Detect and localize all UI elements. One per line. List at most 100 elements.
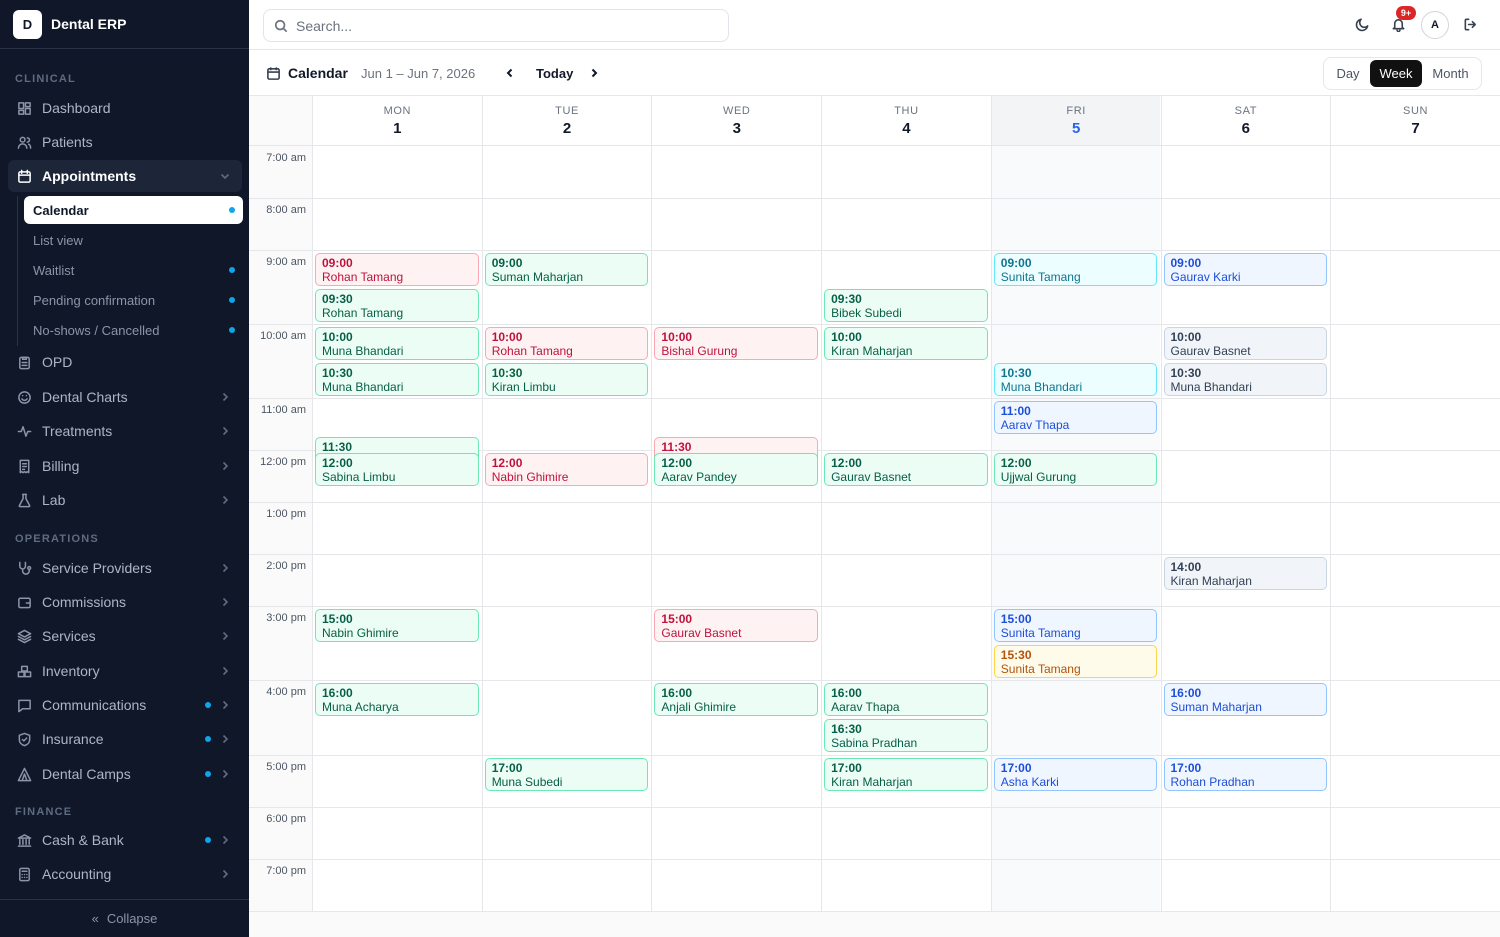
sidebar-subitem-list-view[interactable]: List view [24, 226, 243, 254]
sidebar-item-opd[interactable]: OPD [8, 346, 242, 378]
appointment-card[interactable]: 17:00 Muna Subedi [484, 758, 649, 791]
appointment-card[interactable]: 12:00 Nabin Ghimire [484, 453, 649, 486]
search-box[interactable] [263, 9, 729, 42]
day-column[interactable] [651, 146, 821, 911]
view-month-button[interactable]: Month [1422, 60, 1479, 87]
notification-badge: 9+ [1396, 6, 1416, 20]
sidebar-item-commissions[interactable]: Commissions [8, 586, 242, 618]
sidebar-item-insurance[interactable]: Insurance [8, 723, 242, 755]
sidebar-subitem-waitlist[interactable]: Waitlist [24, 256, 243, 284]
appointment-card[interactable]: 09:00 Suman Maharjan [484, 253, 649, 286]
user-avatar[interactable]: A [1421, 11, 1449, 39]
appointment-card[interactable]: 12:00 Gaurav Basnet [824, 453, 988, 486]
sidebar-item-treatments[interactable]: Treatments [8, 415, 242, 447]
appointment-card[interactable]: 14:00 Kiran Maharjan [1163, 557, 1328, 590]
chevron-right-icon [218, 767, 232, 781]
appointment-card[interactable]: 09:00 Gaurav Karki [1163, 253, 1328, 286]
day-name: MON [383, 105, 412, 117]
sidebar-item-label: Accounting [42, 866, 112, 882]
sidebar-item-lab[interactable]: Lab [8, 484, 242, 516]
sidebar-item-services[interactable]: Services [8, 620, 242, 652]
appointment-card[interactable]: 10:00 Kiran Maharjan [824, 327, 988, 360]
appointment-card[interactable]: 10:30 Kiran Limbu [484, 363, 649, 396]
appointment-card[interactable]: 15:00 Gaurav Basnet [654, 609, 819, 642]
sidebar-item-service-providers[interactable]: Service Providers [8, 552, 242, 584]
appointment-card[interactable]: 10:00 Gaurav Basnet [1163, 327, 1328, 360]
sidebar-item-appointments[interactable]: Appointments [8, 160, 242, 192]
appointment-card[interactable]: 10:30 Muna Bhandari [315, 363, 479, 396]
appointment-card[interactable]: 10:00 Bishal Gurung [654, 327, 819, 360]
appointment-card[interactable]: 12:00 Sabina Limbu [315, 453, 479, 486]
appointment-card[interactable]: 15:00 Sunita Tamang [993, 609, 1158, 642]
submenu-guide [17, 196, 18, 346]
appointment-card[interactable]: 10:30 Muna Bhandari [1163, 363, 1328, 396]
appointment-card[interactable]: 15:30 Sunita Tamang [993, 645, 1158, 678]
appointment-card[interactable]: 16:00 Suman Maharjan [1163, 683, 1328, 716]
sidebar-subitem-noshows-cancelled[interactable]: No-shows / Cancelled [24, 316, 243, 344]
logout-button[interactable] [1459, 13, 1481, 35]
dashboard-icon [16, 100, 32, 116]
day-column[interactable] [1330, 146, 1500, 911]
appointment-card[interactable]: 16:00 Muna Acharya [315, 683, 479, 716]
time-label: 1:00 pm [266, 508, 306, 520]
day-column[interactable] [821, 146, 991, 911]
day-header[interactable]: WED 3 [651, 96, 822, 146]
chevron-down-icon [218, 169, 232, 183]
sidebar-item-inventory[interactable]: Inventory [8, 655, 242, 687]
appointment-time: 10:30 [322, 366, 353, 380]
previous-week-button[interactable] [501, 64, 519, 82]
appointment-card[interactable]: 17:00 Kiran Maharjan [824, 758, 988, 791]
appointment-card[interactable]: 09:30 Bibek Subedi [824, 289, 988, 322]
appointment-card[interactable]: 16:00 Aarav Thapa [824, 683, 988, 716]
sidebar-subitem-calendar[interactable]: Calendar [24, 196, 243, 224]
appointment-card[interactable]: 17:00 Asha Karki [993, 758, 1158, 791]
today-button[interactable]: Today [536, 66, 573, 81]
appointment-card[interactable]: 10:00 Rohan Tamang [484, 327, 649, 360]
sidebar-item-dental-camps[interactable]: Dental Camps [8, 758, 242, 790]
appointment-time: 17:00 [1000, 761, 1032, 775]
day-header[interactable]: FRI 5 [990, 96, 1161, 146]
brand[interactable]: D Dental ERP [0, 0, 249, 49]
appointment-card[interactable]: 16:30 Sabina Pradhan [824, 719, 988, 752]
chevron-right-icon [218, 424, 232, 438]
appointment-card[interactable]: 09:00 Sunita Tamang [993, 253, 1158, 286]
hour-divider [249, 859, 1500, 860]
day-header[interactable]: SUN 7 [1330, 96, 1500, 146]
day-header[interactable]: MON 1 [312, 96, 482, 146]
week-grid: MON 1 TUE 2 WED 3 THU 4 FRI 5 SAT 6 SUN 7 7:00 am 8:00 … [249, 96, 1500, 912]
appointment-time: 16:00 [322, 686, 353, 700]
appointment-card[interactable]: 10:30 Muna Bhandari [993, 363, 1158, 396]
appointment-card[interactable]: 09:00 Rohan Tamang [315, 253, 479, 286]
theme-toggle-button[interactable] [1351, 13, 1373, 35]
appointment-card[interactable]: 17:00 Rohan Pradhan [1163, 758, 1328, 791]
appointment-card[interactable]: 11:00 Aarav Thapa [993, 401, 1158, 434]
view-week-button[interactable]: Week [1370, 60, 1422, 87]
appointment-card[interactable]: 16:00 Anjali Ghimire [654, 683, 819, 716]
sidebar-item-communications[interactable]: Communications [8, 689, 242, 721]
appointment-card[interactable]: 09:30 Rohan Tamang [315, 289, 479, 322]
appointment-card[interactable]: 12:00 Ujjwal Gurung [993, 453, 1158, 486]
search-input[interactable] [296, 17, 696, 34]
appointment-card[interactable]: 12:00 Aarav Pandey [654, 453, 819, 486]
day-header[interactable]: THU 4 [821, 96, 991, 146]
sidebar-item-cash-bank[interactable]: Cash & Bank [8, 824, 242, 856]
appointment-card[interactable]: 10:00 Muna Bhandari [315, 327, 479, 360]
sidebar-item-label: Insurance [42, 731, 104, 747]
sidebar-item-patients[interactable]: Patients [8, 126, 242, 158]
appointment-card[interactable]: 15:00 Nabin Ghimire [315, 609, 479, 642]
sidebar-subitem-pending-confirmation[interactable]: Pending confirmation [24, 286, 243, 314]
day-header[interactable]: SAT 6 [1160, 96, 1331, 146]
appointment-time: 16:00 [831, 686, 862, 700]
day-header[interactable]: TUE 2 [481, 96, 652, 146]
view-day-button[interactable]: Day [1326, 60, 1370, 87]
appointment-patient: Kiran Maharjan [831, 343, 913, 358]
collapse-sidebar-button[interactable]: « Collapse [0, 899, 249, 937]
next-week-button[interactable] [585, 64, 603, 82]
sidebar-item-dental-charts[interactable]: Dental Charts [8, 381, 242, 413]
sidebar-item-billing[interactable]: Billing [8, 450, 242, 482]
appointment-patient: Muna Bhandari [322, 343, 404, 358]
sidebar-item-dashboard[interactable]: Dashboard [8, 92, 242, 124]
time-label: 4:00 pm [266, 686, 306, 698]
sidebar-item-accounting[interactable]: Accounting [8, 858, 242, 890]
clipboard-icon [16, 354, 32, 370]
